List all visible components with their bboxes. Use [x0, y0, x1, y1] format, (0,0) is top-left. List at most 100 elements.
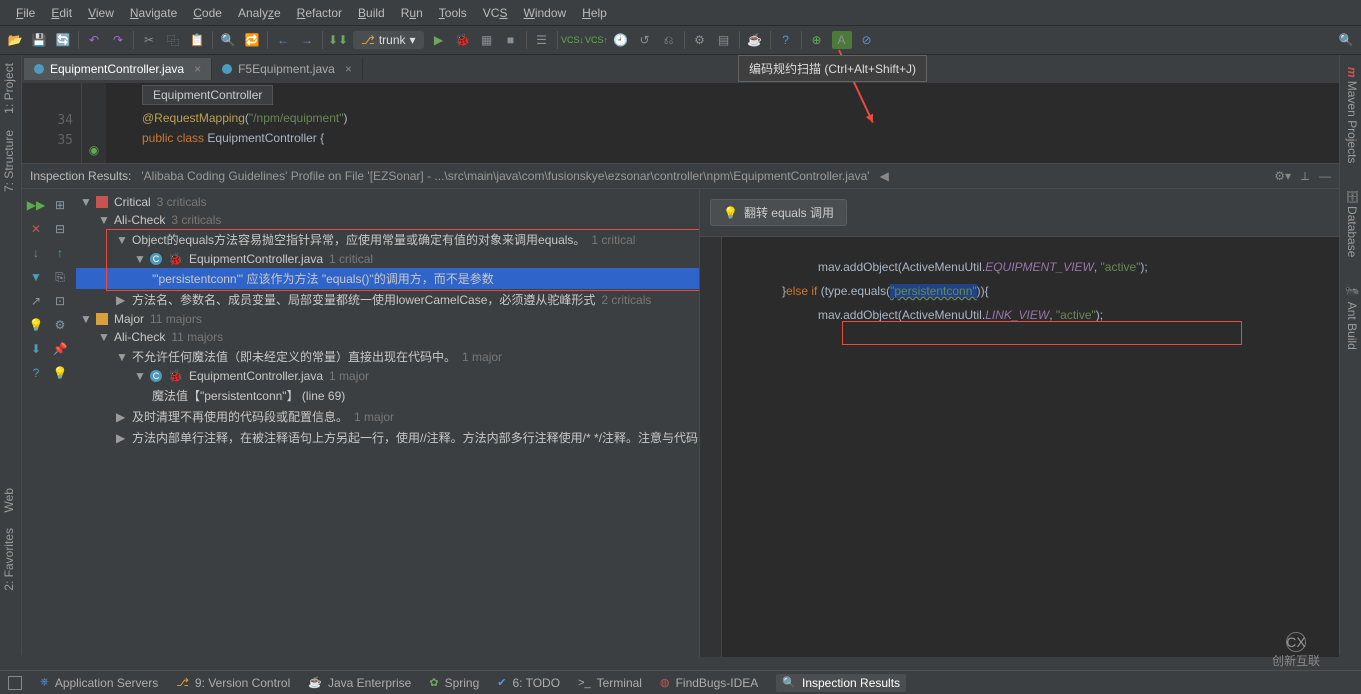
- highlight-icon[interactable]: 💡: [50, 363, 70, 383]
- tree-critical[interactable]: ▼Critical3 criticals: [76, 193, 699, 211]
- expand-icon[interactable]: ⊞: [50, 195, 70, 215]
- next-icon[interactable]: ↓: [26, 243, 46, 263]
- down-icon[interactable]: ⬇: [26, 339, 46, 359]
- filter-icon[interactable]: ▼: [26, 267, 46, 287]
- forward-icon[interactable]: →: [298, 31, 316, 49]
- p3c-icon[interactable]: ⊕: [808, 31, 826, 49]
- debug-icon[interactable]: 🐞: [454, 31, 472, 49]
- menu-build[interactable]: Build: [350, 2, 393, 24]
- hide-icon[interactable]: ⟂: [1301, 169, 1309, 184]
- menu-vcs[interactable]: VCS: [475, 2, 516, 24]
- flip-equals-button[interactable]: 💡翻转 equals 调用: [710, 199, 847, 226]
- save-icon[interactable]: 💾: [30, 31, 48, 49]
- cut-icon[interactable]: ✂: [140, 31, 158, 49]
- status-app-servers[interactable]: ⎈Application Servers: [40, 676, 158, 690]
- bulb-icon[interactable]: 💡: [26, 315, 46, 335]
- redo-icon[interactable]: ↷: [109, 31, 127, 49]
- tree-rule-magic[interactable]: ▼不允许任何魔法值（即未经定义的常量）直接出现在代码中。1 major: [76, 346, 699, 367]
- status-inspection[interactable]: 🔍Inspection Results: [776, 674, 906, 692]
- menu-code[interactable]: Code: [185, 2, 230, 24]
- paste-icon[interactable]: 📋: [188, 31, 206, 49]
- vcs-commit-icon[interactable]: VCS↑: [588, 31, 606, 49]
- inspection-tree[interactable]: ▼Critical3 criticals ▼Ali-Check3 critica…: [76, 189, 699, 657]
- sidebar-project[interactable]: 1: Project: [0, 55, 18, 122]
- collapse-icon[interactable]: ⊟: [50, 219, 70, 239]
- menu-view[interactable]: View: [80, 2, 122, 24]
- replace-icon[interactable]: 🔁: [243, 31, 261, 49]
- status-todo[interactable]: ✔6: TODO: [497, 676, 560, 690]
- preview-code[interactable]: mav.addObject(ActiveMenuUtil.EQUIPMENT_V…: [700, 237, 1339, 657]
- status-java-ee[interactable]: ☕Java Enterprise: [308, 676, 411, 690]
- close-icon[interactable]: ✕: [26, 219, 46, 239]
- back-icon[interactable]: ←: [274, 31, 292, 49]
- sidebar-database[interactable]: 🗄 Database: [1340, 185, 1361, 261]
- block-icon[interactable]: ⊘: [858, 31, 876, 49]
- coverage-icon[interactable]: ▦: [478, 31, 496, 49]
- project-struct-icon[interactable]: ▤: [715, 31, 733, 49]
- prev-icon[interactable]: ↑: [50, 243, 70, 263]
- find-icon[interactable]: 🔍: [219, 31, 237, 49]
- help-icon[interactable]: ?: [26, 363, 46, 383]
- export-icon[interactable]: ↗: [26, 291, 46, 311]
- branch-select[interactable]: ⎇trunk ▾: [353, 31, 424, 49]
- status-vcs[interactable]: ⎇9: Version Control: [176, 676, 290, 690]
- sdk-icon[interactable]: ☕: [746, 31, 764, 49]
- close-icon[interactable]: ×: [194, 62, 201, 76]
- sync-icon[interactable]: 🔄: [54, 31, 72, 49]
- menu-run[interactable]: Run: [393, 2, 431, 24]
- help-icon[interactable]: ?: [777, 31, 795, 49]
- search-everywhere-icon[interactable]: 🔍: [1337, 31, 1355, 49]
- make-icon[interactable]: ⬇⬇: [329, 31, 347, 49]
- code-body[interactable]: EquipmentController @RequestMapping("/np…: [106, 83, 1339, 163]
- tree-file-2[interactable]: ▼C🐞EquipmentController.java1 major: [76, 367, 699, 385]
- scan-icon[interactable]: A: [832, 31, 852, 49]
- stack-icon[interactable]: ☰: [533, 31, 551, 49]
- breadcrumb[interactable]: EquipmentController: [142, 85, 273, 105]
- pin-icon[interactable]: 📌: [50, 339, 70, 359]
- gear-icon[interactable]: ⚙▾: [1274, 169, 1291, 183]
- menu-edit[interactable]: Edit: [43, 2, 80, 24]
- sidebar-maven[interactable]: m Maven Projects: [1340, 63, 1361, 167]
- show-diff-icon[interactable]: ⎌: [660, 31, 678, 49]
- tree-selected-issue[interactable]: '"persistentconn"' 应该作为方法 "equals()"的调用方…: [76, 268, 699, 289]
- run-icon[interactable]: ▶: [430, 31, 448, 49]
- sidebar-web[interactable]: Web: [0, 480, 18, 520]
- group-icon[interactable]: ⊡: [50, 291, 70, 311]
- nav-prev-icon[interactable]: ◀: [880, 169, 889, 183]
- close-panel-icon[interactable]: —: [1319, 169, 1331, 183]
- tree-rule-camel[interactable]: ▶方法名、参数名、成员变量、局部变量都统一使用lowerCamelCase，必须…: [76, 289, 699, 310]
- tool-window-icon[interactable]: [8, 676, 22, 690]
- tree-magic-value[interactable]: 魔法值【"persistentconn"】 (line 69): [76, 385, 699, 406]
- menu-help[interactable]: Help: [574, 2, 615, 24]
- sidebar-favorites[interactable]: 2: Favorites: [0, 520, 18, 599]
- settings-icon[interactable]: ⚙: [50, 315, 70, 335]
- status-spring[interactable]: ✿Spring: [429, 676, 479, 690]
- sidebar-ant[interactable]: 🐜 Ant Build: [1340, 280, 1361, 354]
- tree-alicheck-2[interactable]: ▼Ali-Check11 majors: [76, 328, 699, 346]
- stop-icon[interactable]: ■: [502, 31, 520, 49]
- menu-analyze[interactable]: Analyze: [230, 2, 289, 24]
- code-editor[interactable]: 34 35 ◉ EquipmentController @RequestMapp…: [22, 83, 1339, 163]
- tree-rule-cleanup[interactable]: ▶及时清理不再使用的代码段或配置信息。1 major: [76, 406, 699, 427]
- tree-file-1[interactable]: ▼C🐞EquipmentController.java1 critical: [76, 250, 699, 268]
- open-icon[interactable]: 📂: [6, 31, 24, 49]
- rerun-icon[interactable]: ▶▶: [26, 195, 46, 215]
- menu-file[interactable]: File: [8, 2, 43, 24]
- autoscroll-icon[interactable]: ⎘: [50, 267, 70, 287]
- tab-equipment-controller[interactable]: EquipmentController.java ×: [24, 58, 212, 80]
- menu-tools[interactable]: Tools: [431, 2, 475, 24]
- tab-f5equipment[interactable]: F5Equipment.java ×: [212, 58, 363, 80]
- undo-icon[interactable]: ↶: [85, 31, 103, 49]
- revert-icon[interactable]: ↺: [636, 31, 654, 49]
- settings-icon[interactable]: ⚙: [691, 31, 709, 49]
- menu-window[interactable]: Window: [515, 2, 574, 24]
- vcs-update-icon[interactable]: VCS↓: [564, 31, 582, 49]
- tree-alicheck[interactable]: ▼Ali-Check3 criticals: [76, 211, 699, 229]
- status-terminal[interactable]: >_Terminal: [578, 676, 642, 690]
- status-findbugs[interactable]: ◍FindBugs-IDEA: [660, 676, 758, 690]
- tree-major[interactable]: ▼Major11 majors: [76, 310, 699, 328]
- menu-refactor[interactable]: Refactor: [289, 2, 350, 24]
- menu-navigate[interactable]: Navigate: [122, 2, 185, 24]
- tree-rule-comment[interactable]: ▶方法内部单行注释，在被注释语句上方另起一行，使用//注释。方法内部多行注释使用…: [76, 427, 699, 448]
- tree-rule-equals[interactable]: ▼Object的equals方法容易抛空指针异常，应使用常量或确定有值的对象来调…: [76, 229, 699, 250]
